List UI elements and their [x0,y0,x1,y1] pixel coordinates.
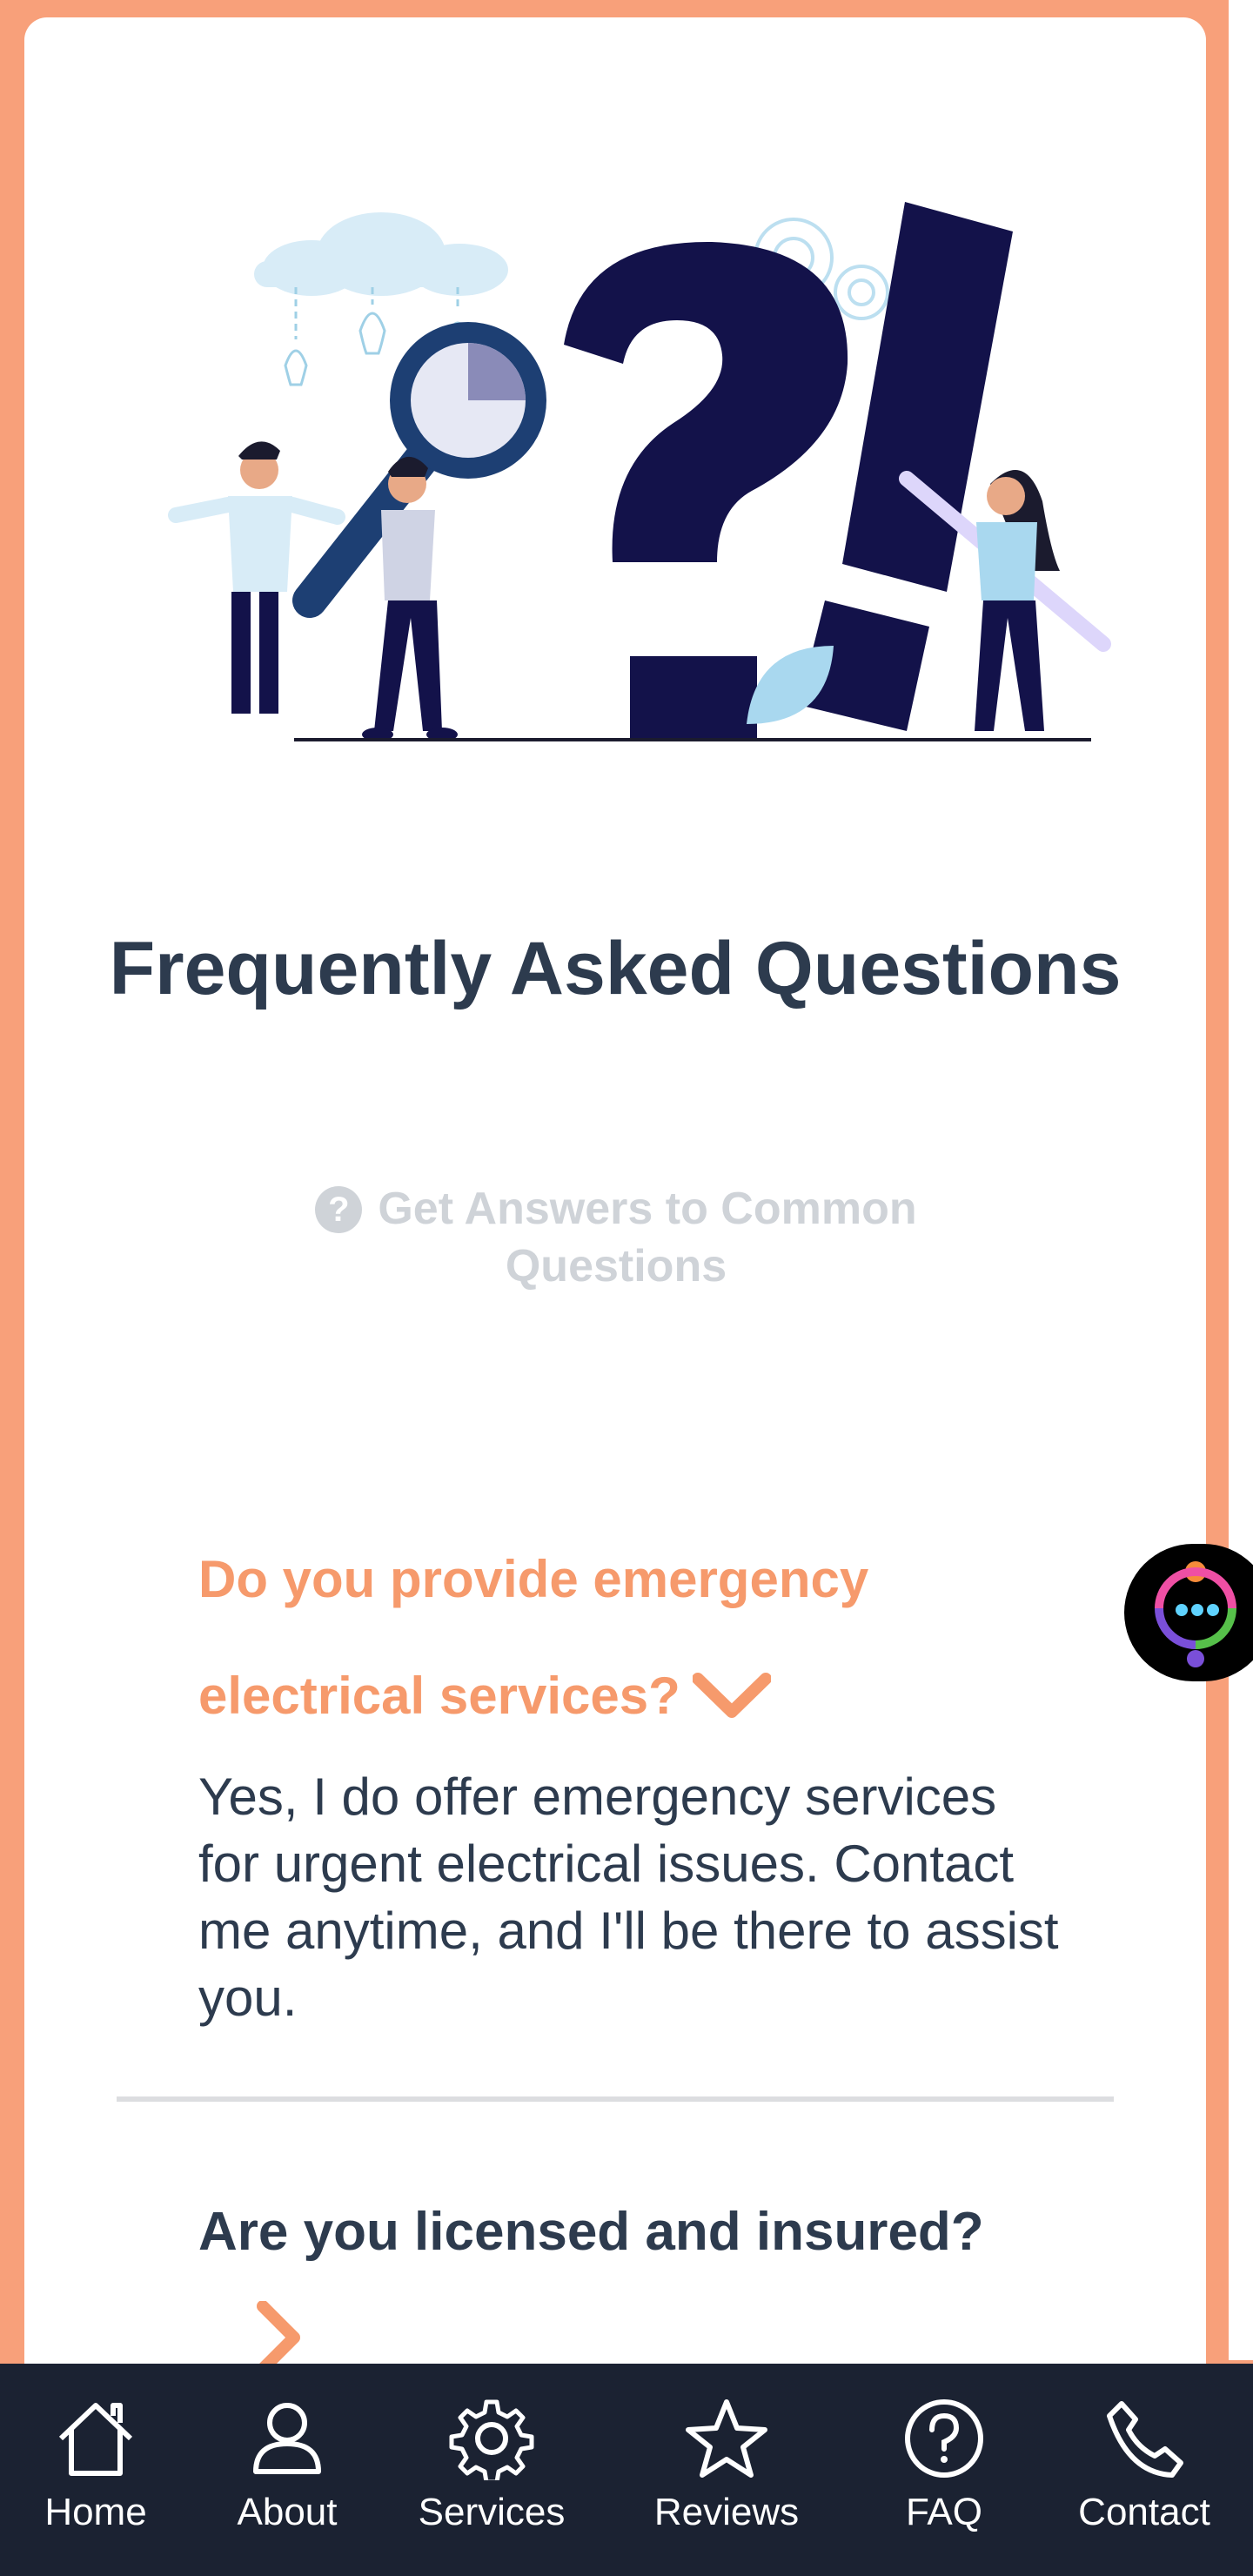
chat-widget-button[interactable] [1124,1544,1253,1681]
question-circle-icon [905,2399,983,2478]
faq-card: Frequently Asked Questions ? Get Answers … [24,17,1206,2419]
faq-question-emergency[interactable]: Do you provide emergency electrical serv… [198,1521,982,1754]
home-icon [58,2403,133,2476]
nav-label-reviews: Reviews [653,2491,800,2533]
nav-item-contact[interactable]: Contact [1035,2364,1253,2576]
chat-icon[interactable] [1142,1556,1253,1669]
faq-divider [117,2096,1114,2102]
nav-label-contact: Contact [1078,2491,1210,2533]
nav-item-home[interactable]: Home [0,2364,191,2576]
nav-label-services: Services [418,2491,566,2533]
nav-item-reviews[interactable]: Reviews [600,2364,853,2576]
faq-answer: Yes, I do offer emergency services for u… [198,1768,1059,2027]
user-icon [253,2403,321,2474]
leaf-icon [747,646,834,724]
faq-question-licensed[interactable]: Are you licensed and insured? [198,2197,1103,2267]
nav-item-faq[interactable]: FAQ [853,2364,1035,2576]
right-edge-strip [1229,0,1253,2360]
nav-item-about[interactable]: About [191,2364,383,2576]
nav-label-about: About [237,2491,338,2533]
bottom-navigation: Home About Services Reviews FAQ Contact [0,2364,1253,2576]
star-icon [686,2399,767,2478]
phone-icon [1107,2401,1183,2478]
cloud-icon [254,212,508,296]
gear-icon [449,2399,534,2480]
nav-label-home: Home [44,2491,147,2533]
faq-illustration [168,202,1111,741]
nav-label-faq: FAQ [905,2491,983,2533]
question-circle-icon: ? [315,1186,363,1233]
subtitle-text: Get Answers to Common Questions [378,1184,917,1291]
chevron-down-icon[interactable] [692,1672,771,1721]
page-title: Frequently Asked Questions [109,927,1122,1010]
page-subtitle: ? Get Answers to Common Questions [259,1180,973,1295]
nav-item-services[interactable]: Services [383,2364,600,2576]
